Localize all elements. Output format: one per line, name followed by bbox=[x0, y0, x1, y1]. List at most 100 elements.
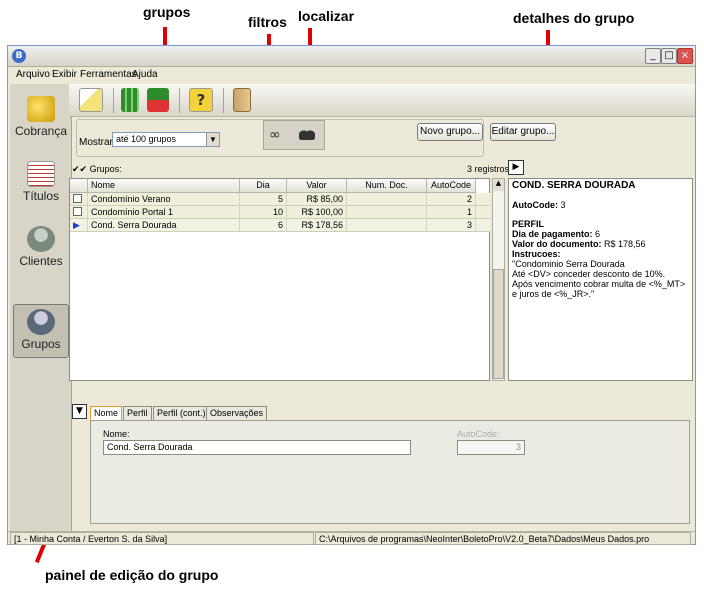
table-row[interactable]: Condomínio Portal 1 10 R$ 100,00 1 bbox=[70, 206, 490, 219]
cell-valor: R$ 100,00 bbox=[287, 206, 347, 219]
cell-numdoc bbox=[347, 206, 427, 219]
detail-line: Até <DV> conceder desconto de 10%. bbox=[512, 269, 666, 279]
record-count: 3 registros bbox=[467, 164, 510, 174]
nome-input[interactable]: Cond. Serra Dourada bbox=[103, 440, 411, 455]
grid-header-dia[interactable]: Dia bbox=[240, 179, 287, 193]
mostrar-select-value: até 100 grupos bbox=[116, 134, 177, 144]
annotation-localizar: localizar bbox=[298, 8, 355, 24]
detail-line: e juros de <%_JR>." bbox=[512, 289, 595, 299]
cell-dia: 5 bbox=[240, 193, 287, 206]
grid-header-autocode[interactable]: AutoCode bbox=[427, 179, 476, 193]
detail-perfil: PERFIL bbox=[512, 219, 545, 229]
nav-label: Clientes bbox=[19, 254, 63, 268]
import-icon[interactable] bbox=[147, 88, 169, 112]
detail-line: Após vencimento cobrar multa de <%_MT> bbox=[512, 279, 686, 289]
check-icon: ✔✔ bbox=[72, 164, 88, 174]
menu-arquivo[interactable]: Arquivo bbox=[16, 69, 50, 80]
glasses-icon[interactable]: ∞ bbox=[269, 127, 281, 143]
nav-titulos[interactable]: Títulos bbox=[13, 157, 69, 211]
cell-nome: Condomínio Verano bbox=[88, 193, 240, 206]
cell-nome: Condomínio Portal 1 bbox=[88, 206, 240, 219]
export-icon[interactable] bbox=[121, 88, 139, 112]
maximize-button[interactable]: □ bbox=[661, 48, 677, 64]
table-row-selected[interactable]: ▶ Cond. Serra Dourada 6 R$ 178,56 3 bbox=[70, 219, 490, 232]
toolbar-separator bbox=[223, 88, 224, 113]
menu-bar: Arquivo Exibir Ferramentas Ajuda bbox=[8, 67, 695, 83]
novo-grupo-button[interactable]: Novo grupo... bbox=[417, 123, 483, 141]
cell-autocode: 1 bbox=[427, 206, 476, 219]
grid-header-nome[interactable]: Nome bbox=[88, 179, 240, 193]
mostrar-label: Mostrar: bbox=[79, 137, 116, 148]
grid-header-check bbox=[70, 179, 88, 193]
help-icon[interactable]: ? bbox=[189, 88, 213, 112]
group-edit-panel: Nome: Cond. Serra Dourada AutoCode: 3 bbox=[90, 420, 690, 524]
scroll-up-icon[interactable]: ▲ bbox=[493, 179, 504, 191]
toolbar-separator bbox=[113, 88, 114, 113]
row-checkbox[interactable] bbox=[70, 193, 88, 206]
autocode-input: 3 bbox=[457, 440, 525, 455]
status-bar: [1 - Minha Conta / Everton S. da Silva] … bbox=[8, 531, 695, 545]
properties-icon[interactable] bbox=[79, 88, 103, 112]
nav-label: Cobrança bbox=[14, 124, 68, 138]
nav-label: Títulos bbox=[22, 189, 59, 203]
left-navigation: Cobrança Títulos Clientes Grupos bbox=[10, 84, 72, 531]
detail-autocode-label: AutoCode: bbox=[512, 200, 558, 210]
group-icon bbox=[27, 309, 55, 335]
annotation-filtros: filtros bbox=[248, 14, 287, 30]
annotation-painel: painel de edição do grupo bbox=[45, 567, 219, 583]
menu-exibir[interactable]: Exibir bbox=[52, 69, 77, 80]
tab-perfil[interactable]: Perfil bbox=[123, 406, 152, 420]
chevron-down-icon[interactable]: ▼ bbox=[206, 133, 219, 146]
documents-icon bbox=[27, 161, 55, 187]
group-details-panel: COND. SERRA DOURADA AutoCode: 3 PERFIL D… bbox=[508, 178, 693, 381]
exit-door-icon[interactable] bbox=[233, 88, 251, 112]
nav-grupos[interactable]: Grupos bbox=[13, 304, 69, 358]
mostrar-select[interactable]: até 100 grupos ▼ bbox=[112, 132, 220, 147]
autocode-field-label: AutoCode: bbox=[457, 429, 500, 439]
cell-autocode: 2 bbox=[427, 193, 476, 206]
status-account: [1 - Minha Conta / Everton S. da Silva] bbox=[10, 532, 314, 545]
scrollbar[interactable]: ▲ bbox=[492, 178, 505, 381]
cell-autocode: 3 bbox=[427, 219, 476, 232]
tab-perfil-cont[interactable]: Perfil (cont.) bbox=[153, 406, 210, 420]
toolbar-separator bbox=[179, 88, 180, 113]
status-path: C:\Arquivos de programas\NeoInter\Boleto… bbox=[315, 532, 691, 545]
toolbar: ? bbox=[69, 84, 695, 117]
nome-field-label: Nome: bbox=[103, 429, 130, 439]
close-button[interactable]: × bbox=[677, 48, 693, 64]
detail-title: COND. SERRA DOURADA bbox=[512, 180, 636, 191]
nav-clientes[interactable]: Clientes bbox=[13, 222, 69, 276]
title-bar[interactable]: B _ □ × bbox=[8, 46, 695, 67]
tab-observacoes[interactable]: Observações bbox=[206, 406, 268, 420]
row-checkbox[interactable] bbox=[70, 206, 88, 219]
annotation-grupos: grupos bbox=[143, 4, 191, 20]
collapse-editor-button[interactable]: ▼ bbox=[72, 404, 87, 419]
grid-header-numdoc[interactable]: Num. Doc. bbox=[347, 179, 427, 193]
binoculars-icon[interactable] bbox=[299, 126, 315, 140]
list-caption-label: Grupos: bbox=[89, 164, 122, 174]
detail-line: "Condominio Serra Dourada bbox=[512, 259, 625, 269]
row-pointer-icon: ▶ bbox=[70, 219, 88, 232]
coins-icon bbox=[27, 96, 55, 122]
cell-numdoc bbox=[347, 219, 427, 232]
groups-grid: Nome Dia Valor Num. Doc. AutoCode Condom… bbox=[69, 178, 490, 381]
minimize-button[interactable]: _ bbox=[645, 48, 661, 64]
menu-ajuda[interactable]: Ajuda bbox=[132, 69, 158, 80]
scroll-thumb[interactable] bbox=[493, 269, 504, 379]
table-row[interactable]: Condomínio Verano 5 R$ 85,00 2 bbox=[70, 193, 490, 206]
cell-dia: 6 bbox=[240, 219, 287, 232]
annotation-detalhes: detalhes do grupo bbox=[513, 10, 635, 26]
cell-valor: R$ 178,56 bbox=[287, 219, 347, 232]
app-logo-icon: B bbox=[12, 49, 26, 63]
cell-dia: 10 bbox=[240, 206, 287, 219]
nav-label: Grupos bbox=[21, 337, 61, 351]
editar-grupo-button[interactable]: Editar grupo... bbox=[490, 123, 556, 141]
nav-cobranca[interactable]: Cobrança bbox=[13, 92, 69, 146]
grid-header-valor[interactable]: Valor bbox=[287, 179, 347, 193]
person-icon bbox=[27, 226, 55, 252]
tab-nome[interactable]: Nome bbox=[90, 406, 123, 420]
menu-ferramentas[interactable]: Ferramentas bbox=[80, 69, 137, 80]
toggle-details-button[interactable]: ▶ bbox=[508, 160, 524, 175]
detail-dia-label: Dia de pagamento: bbox=[512, 229, 593, 239]
list-caption: ✔✔ Grupos: bbox=[72, 164, 122, 175]
